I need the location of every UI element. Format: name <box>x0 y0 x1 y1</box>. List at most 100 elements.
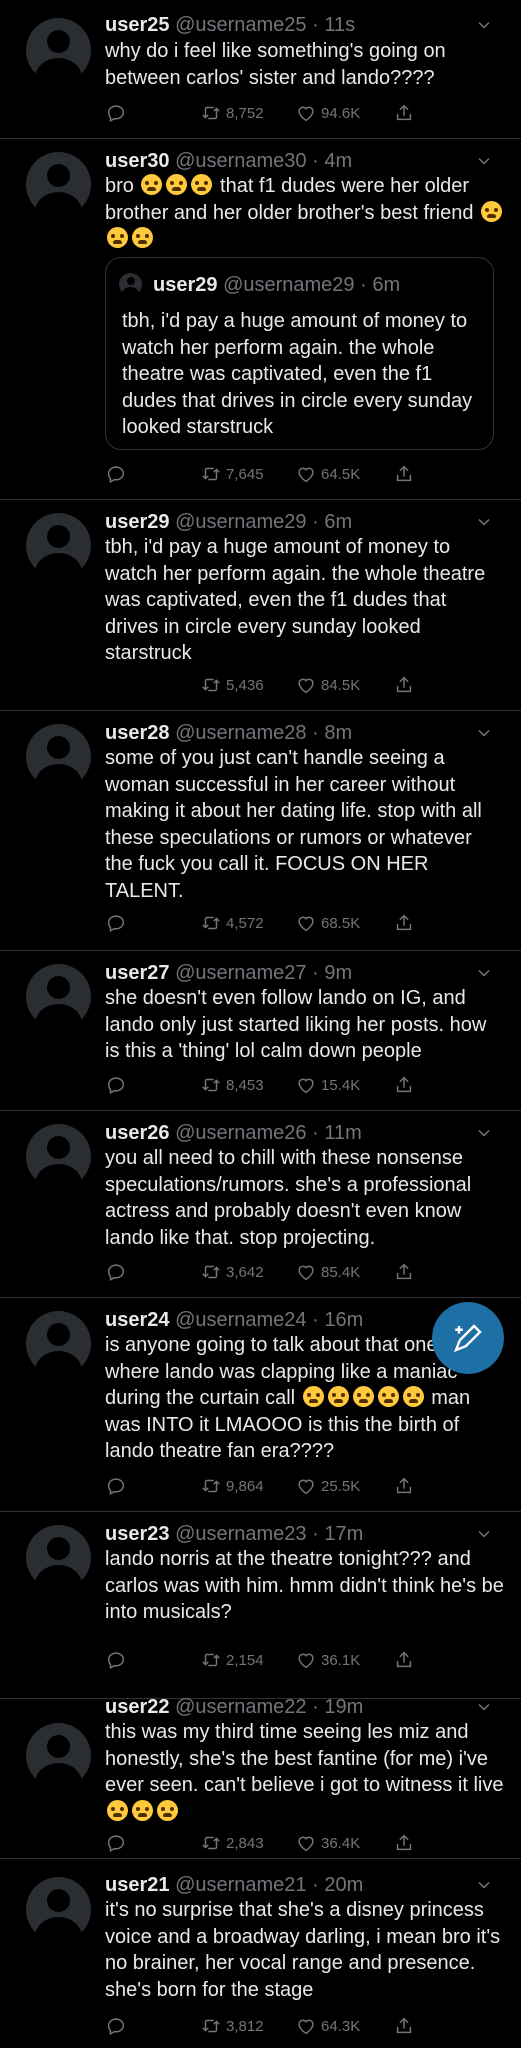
retweet-button[interactable]: 5,436 <box>200 673 264 697</box>
chevron-down-icon[interactable] <box>478 1528 490 1540</box>
timestamp[interactable]: 16m <box>324 1309 363 1331</box>
chevron-down-icon[interactable] <box>478 155 490 167</box>
display-name[interactable]: user27 <box>105 962 170 984</box>
handle[interactable]: @username23 <box>175 1523 306 1545</box>
reply-button[interactable] <box>105 1260 127 1284</box>
avatar[interactable] <box>26 1877 91 1942</box>
tweet[interactable]: user28 @username28 · 8m some of you just… <box>0 711 521 951</box>
timestamp[interactable]: 20m <box>324 1874 363 1896</box>
share-button[interactable] <box>393 1073 415 1097</box>
like-button[interactable]: 85.4K <box>295 1260 360 1284</box>
tweet[interactable]: user23 @username23 · 17m lando norris at… <box>0 1512 521 1699</box>
retweet-button[interactable]: 8,752 <box>200 101 264 125</box>
reply-button[interactable] <box>105 462 127 486</box>
retweet-button[interactable]: 4,572 <box>200 911 264 935</box>
compose-tweet-button[interactable] <box>432 1302 504 1374</box>
handle[interactable]: @username22 <box>175 1696 306 1718</box>
timestamp[interactable]: 4m <box>324 150 352 172</box>
reply-button[interactable] <box>105 2014 127 2038</box>
display-name[interactable]: user23 <box>105 1523 170 1545</box>
tweet[interactable]: user26 @username26 · 11m you all need to… <box>0 1111 521 1298</box>
handle[interactable]: @username21 <box>175 1874 306 1896</box>
tweet[interactable]: user25 @username25 · 11s why do i feel l… <box>0 0 521 139</box>
like-button[interactable]: 94.6K <box>295 101 360 125</box>
display-name[interactable]: user22 <box>105 1696 170 1718</box>
reply-button[interactable] <box>105 1831 127 1855</box>
like-button[interactable]: 64.3K <box>295 2014 360 2038</box>
handle[interactable]: @username24 <box>175 1309 306 1331</box>
avatar[interactable] <box>26 1124 91 1189</box>
avatar[interactable] <box>26 152 91 217</box>
display-name[interactable]: user28 <box>105 722 170 744</box>
share-button[interactable] <box>393 1648 415 1672</box>
reply-button[interactable] <box>105 1648 127 1672</box>
display-name[interactable]: user24 <box>105 1309 170 1331</box>
retweet-button[interactable]: 8,453 <box>200 1073 264 1097</box>
avatar[interactable] <box>26 964 91 1029</box>
like-button[interactable]: 68.5K <box>295 911 360 935</box>
avatar[interactable] <box>26 1311 91 1376</box>
like-button[interactable]: 64.5K <box>295 462 360 486</box>
display-name[interactable]: user29 <box>105 511 170 533</box>
reply-button[interactable] <box>105 1474 127 1498</box>
reply-button[interactable] <box>105 1073 127 1097</box>
retweet-button[interactable]: 7,645 <box>200 462 264 486</box>
display-name[interactable]: user21 <box>105 1874 170 1896</box>
tweet[interactable]: user27 @username27 · 9m she doesn't even… <box>0 951 521 1111</box>
timestamp[interactable]: 17m <box>324 1523 363 1545</box>
like-button[interactable]: 15.4K <box>295 1073 360 1097</box>
chevron-down-icon[interactable] <box>478 727 490 739</box>
display-name[interactable]: user30 <box>105 150 170 172</box>
retweet-button[interactable]: 2,154 <box>200 1648 264 1672</box>
chevron-down-icon[interactable] <box>478 1879 490 1891</box>
retweet-button[interactable]: 2,843 <box>200 1831 264 1855</box>
timestamp[interactable]: 9m <box>324 962 352 984</box>
timestamp[interactable]: 8m <box>324 722 352 744</box>
handle[interactable]: @username25 <box>175 14 306 36</box>
tweet[interactable]: user21 @username21 · 20m it's no surpris… <box>0 1859 521 2048</box>
share-button[interactable] <box>393 911 415 935</box>
like-button[interactable]: 36.4K <box>295 1831 360 1855</box>
handle[interactable]: @username28 <box>175 722 306 744</box>
retweet-button[interactable]: 3,642 <box>200 1260 264 1284</box>
retweet-button[interactable]: 9,864 <box>200 1474 264 1498</box>
like-button[interactable]: 84.5K <box>295 673 360 697</box>
share-button[interactable] <box>393 673 415 697</box>
like-button[interactable]: 25.5K <box>295 1474 360 1498</box>
timestamp[interactable]: 11m <box>324 1122 361 1144</box>
share-button[interactable] <box>393 2014 415 2038</box>
avatar[interactable] <box>26 1723 91 1788</box>
timestamp[interactable]: 11s <box>324 14 355 36</box>
display-name[interactable]: user25 <box>105 14 170 36</box>
like-button[interactable]: 36.1K <box>295 1648 360 1672</box>
handle[interactable]: @username26 <box>175 1122 306 1144</box>
quoted-tweet[interactable]: user29 @username29 · 6m tbh, i'd pay a h… <box>105 257 494 450</box>
share-button[interactable] <box>393 462 415 486</box>
chevron-down-icon[interactable] <box>478 516 490 528</box>
timestamp[interactable]: 19m <box>324 1696 363 1718</box>
avatar[interactable] <box>26 18 91 83</box>
share-button[interactable] <box>393 1831 415 1855</box>
timestamp[interactable]: 6m <box>324 511 352 533</box>
reply-button[interactable] <box>105 911 127 935</box>
retweet-button[interactable]: 3,812 <box>200 2014 264 2038</box>
retweet-icon <box>202 1078 220 1092</box>
share-button[interactable] <box>393 1260 415 1284</box>
share-button[interactable] <box>393 101 415 125</box>
tweet[interactable]: user22 @username22 · 19m this was my thi… <box>0 1673 521 1859</box>
chevron-down-icon[interactable] <box>478 1127 490 1139</box>
chevron-down-icon[interactable] <box>478 19 490 31</box>
reply-button[interactable] <box>105 101 127 125</box>
chevron-down-icon[interactable] <box>478 1701 490 1713</box>
handle[interactable]: @username29 <box>175 511 306 533</box>
handle[interactable]: @username27 <box>175 962 306 984</box>
chevron-down-icon[interactable] <box>478 967 490 979</box>
tweet[interactable]: user29 @username29 · 6m tbh, i'd pay a h… <box>0 500 521 711</box>
display-name[interactable]: user26 <box>105 1122 170 1144</box>
handle[interactable]: @username30 <box>175 150 306 172</box>
avatar[interactable] <box>26 513 91 578</box>
share-button[interactable] <box>393 1474 415 1498</box>
avatar[interactable] <box>26 724 91 789</box>
tweet[interactable]: user30 @username30 · 4m bro that f1 dude… <box>0 139 521 500</box>
avatar[interactable] <box>26 1525 91 1590</box>
